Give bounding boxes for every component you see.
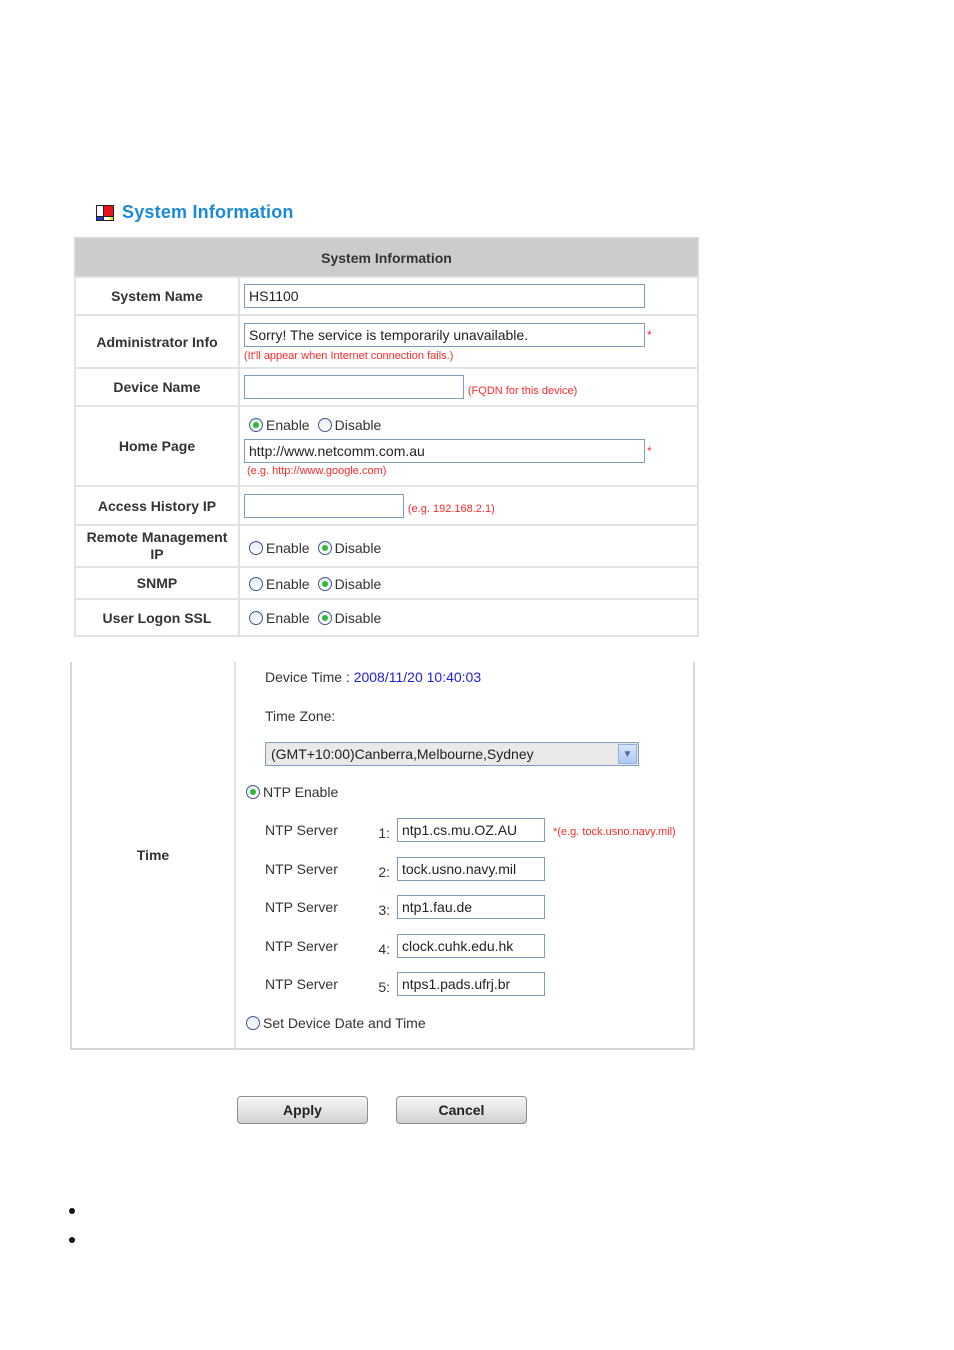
row-access-history-ip: Access History IP (e.g. 192.168.2.1)	[74, 485, 699, 526]
administrator-info-input[interactable]	[244, 322, 645, 347]
time-label: Time	[71, 662, 236, 1049]
set-device-date-radio[interactable]	[246, 1016, 260, 1030]
row-administrator-info: Administrator Info * (It'll appear when …	[74, 314, 699, 369]
user-logon-ssl-disable-label: Disable	[334, 609, 382, 626]
device-name-input[interactable]	[244, 375, 464, 399]
bullet-point	[69, 1237, 75, 1243]
ntp-server-number: 2:	[378, 864, 390, 880]
page-heading: System Information	[96, 202, 294, 223]
ntp-server-2-input[interactable]	[397, 857, 545, 881]
ntp-server-row: NTP Server 1: *(e.g. tock.usno.navy.mil)	[265, 818, 676, 842]
snmp-enable-label: Enable	[266, 575, 310, 592]
system-name-label: System Name	[74, 276, 240, 316]
administrator-info-label: Administrator Info	[74, 314, 240, 369]
ntp-server-row: NTP Server 3:	[265, 895, 545, 919]
chevron-down-icon[interactable]: ▼	[618, 744, 637, 764]
home-page-input[interactable]	[244, 439, 645, 463]
time-settings-table: Time Device Time : 2008/11/20 10:40:03 T…	[70, 662, 695, 1050]
device-name-label: Device Name	[74, 367, 240, 407]
remote-mgmt-disable-label: Disable	[334, 539, 382, 556]
remote-mgmt-enable-label: Enable	[266, 539, 310, 556]
user-logon-ssl-disable-radio[interactable]	[317, 610, 332, 625]
ntp-server-row: NTP Server 5:	[265, 972, 545, 996]
user-logon-ssl-enable-radio[interactable]	[249, 610, 263, 625]
apply-button[interactable]: Apply	[237, 1096, 368, 1124]
snmp-disable-radio[interactable]	[317, 576, 332, 591]
ntp-server-number: 1:	[378, 825, 390, 841]
cancel-button[interactable]: Cancel	[396, 1096, 527, 1124]
device-time: Device Time : 2008/11/20 10:40:03	[265, 669, 481, 685]
snmp-enable-radio[interactable]	[249, 576, 263, 591]
snmp-label: SNMP	[74, 566, 240, 600]
ntp-server-row: NTP Server 2:	[265, 857, 545, 881]
row-remote-management-ip: Remote Management IP Enable Disable	[74, 524, 699, 568]
ntp-server-4-input[interactable]	[397, 934, 545, 958]
device-name-hint: (FQDN for this device)	[467, 384, 578, 397]
required-mark: *	[647, 327, 652, 342]
row-user-logon-ssl: User Logon SSL Enable Disable	[74, 598, 699, 637]
ntp-server-label: NTP Server	[265, 938, 338, 954]
time-zone-select[interactable]: (GMT+10:00)Canberra,Melbourne,Sydney ▼	[265, 742, 639, 766]
ntp-server-number: 3:	[378, 902, 390, 918]
home-page-enable-radio[interactable]	[249, 418, 263, 432]
time-zone-selected: (GMT+10:00)Canberra,Melbourne,Sydney	[271, 746, 534, 762]
user-logon-ssl-enable-label: Enable	[266, 609, 310, 626]
home-page-enable-label: Enable	[266, 417, 310, 433]
set-device-date-label: Set Device Date and Time	[263, 1015, 426, 1031]
bullet-point	[69, 1208, 75, 1214]
row-snmp: SNMP Enable Disable	[74, 566, 699, 600]
ntp-server-1-input[interactable]	[397, 818, 545, 842]
ntp-server-3-input[interactable]	[397, 895, 545, 919]
remote-mgmt-enable-radio[interactable]	[249, 540, 263, 555]
home-page-label: Home Page	[74, 405, 240, 487]
ntp-server-row: NTP Server 4:	[265, 934, 545, 958]
remote-management-ip-label: Remote Management IP	[74, 524, 240, 568]
ntp-server-5-input[interactable]	[397, 972, 545, 996]
ntp-server-label: NTP Server	[265, 899, 338, 915]
ntp-server-number: 5:	[378, 979, 390, 995]
snmp-disable-label: Disable	[334, 575, 382, 592]
ntp-server-label: NTP Server	[265, 976, 338, 992]
time-zone-label: Time Zone:	[265, 708, 336, 724]
ntp-server-label: NTP Server	[265, 822, 338, 838]
required-mark: *	[647, 444, 652, 458]
remote-mgmt-disable-radio[interactable]	[317, 540, 332, 555]
system-information-table: System Information System Name Administr…	[74, 237, 699, 637]
device-time-value: 2008/11/20 10:40:03	[353, 669, 482, 685]
ntp-server-number: 4:	[378, 941, 390, 957]
page-title: System Information	[122, 202, 294, 222]
access-history-ip-label: Access History IP	[74, 485, 240, 526]
ntp-enable-label: NTP Enable	[263, 784, 339, 800]
row-device-name: Device Name (FQDN for this device)	[74, 367, 699, 407]
system-info-icon	[96, 204, 114, 221]
home-page-hint: (e.g. http://www.google.com)	[247, 465, 387, 477]
system-name-input[interactable]	[244, 284, 645, 308]
home-page-disable-radio[interactable]	[317, 418, 332, 432]
user-logon-ssl-label: User Logon SSL	[74, 598, 240, 637]
ntp-enable-radio[interactable]	[246, 785, 260, 799]
device-time-label: Device Time :	[265, 669, 350, 685]
administrator-info-hint: (It'll appear when Internet connection f…	[244, 349, 454, 362]
access-history-ip-hint: (e.g. 192.168.2.1)	[407, 503, 495, 516]
row-system-name: System Name	[74, 276, 699, 316]
table-header: System Information	[75, 238, 698, 278]
access-history-ip-input[interactable]	[244, 493, 404, 518]
ntp-server-label: NTP Server	[265, 861, 338, 877]
home-page-disable-label: Disable	[334, 417, 382, 433]
row-home-page: Home Page Enable Disable * (e.g. http://…	[74, 405, 699, 487]
ntp-server-hint: *(e.g. tock.usno.navy.mil)	[553, 826, 676, 838]
